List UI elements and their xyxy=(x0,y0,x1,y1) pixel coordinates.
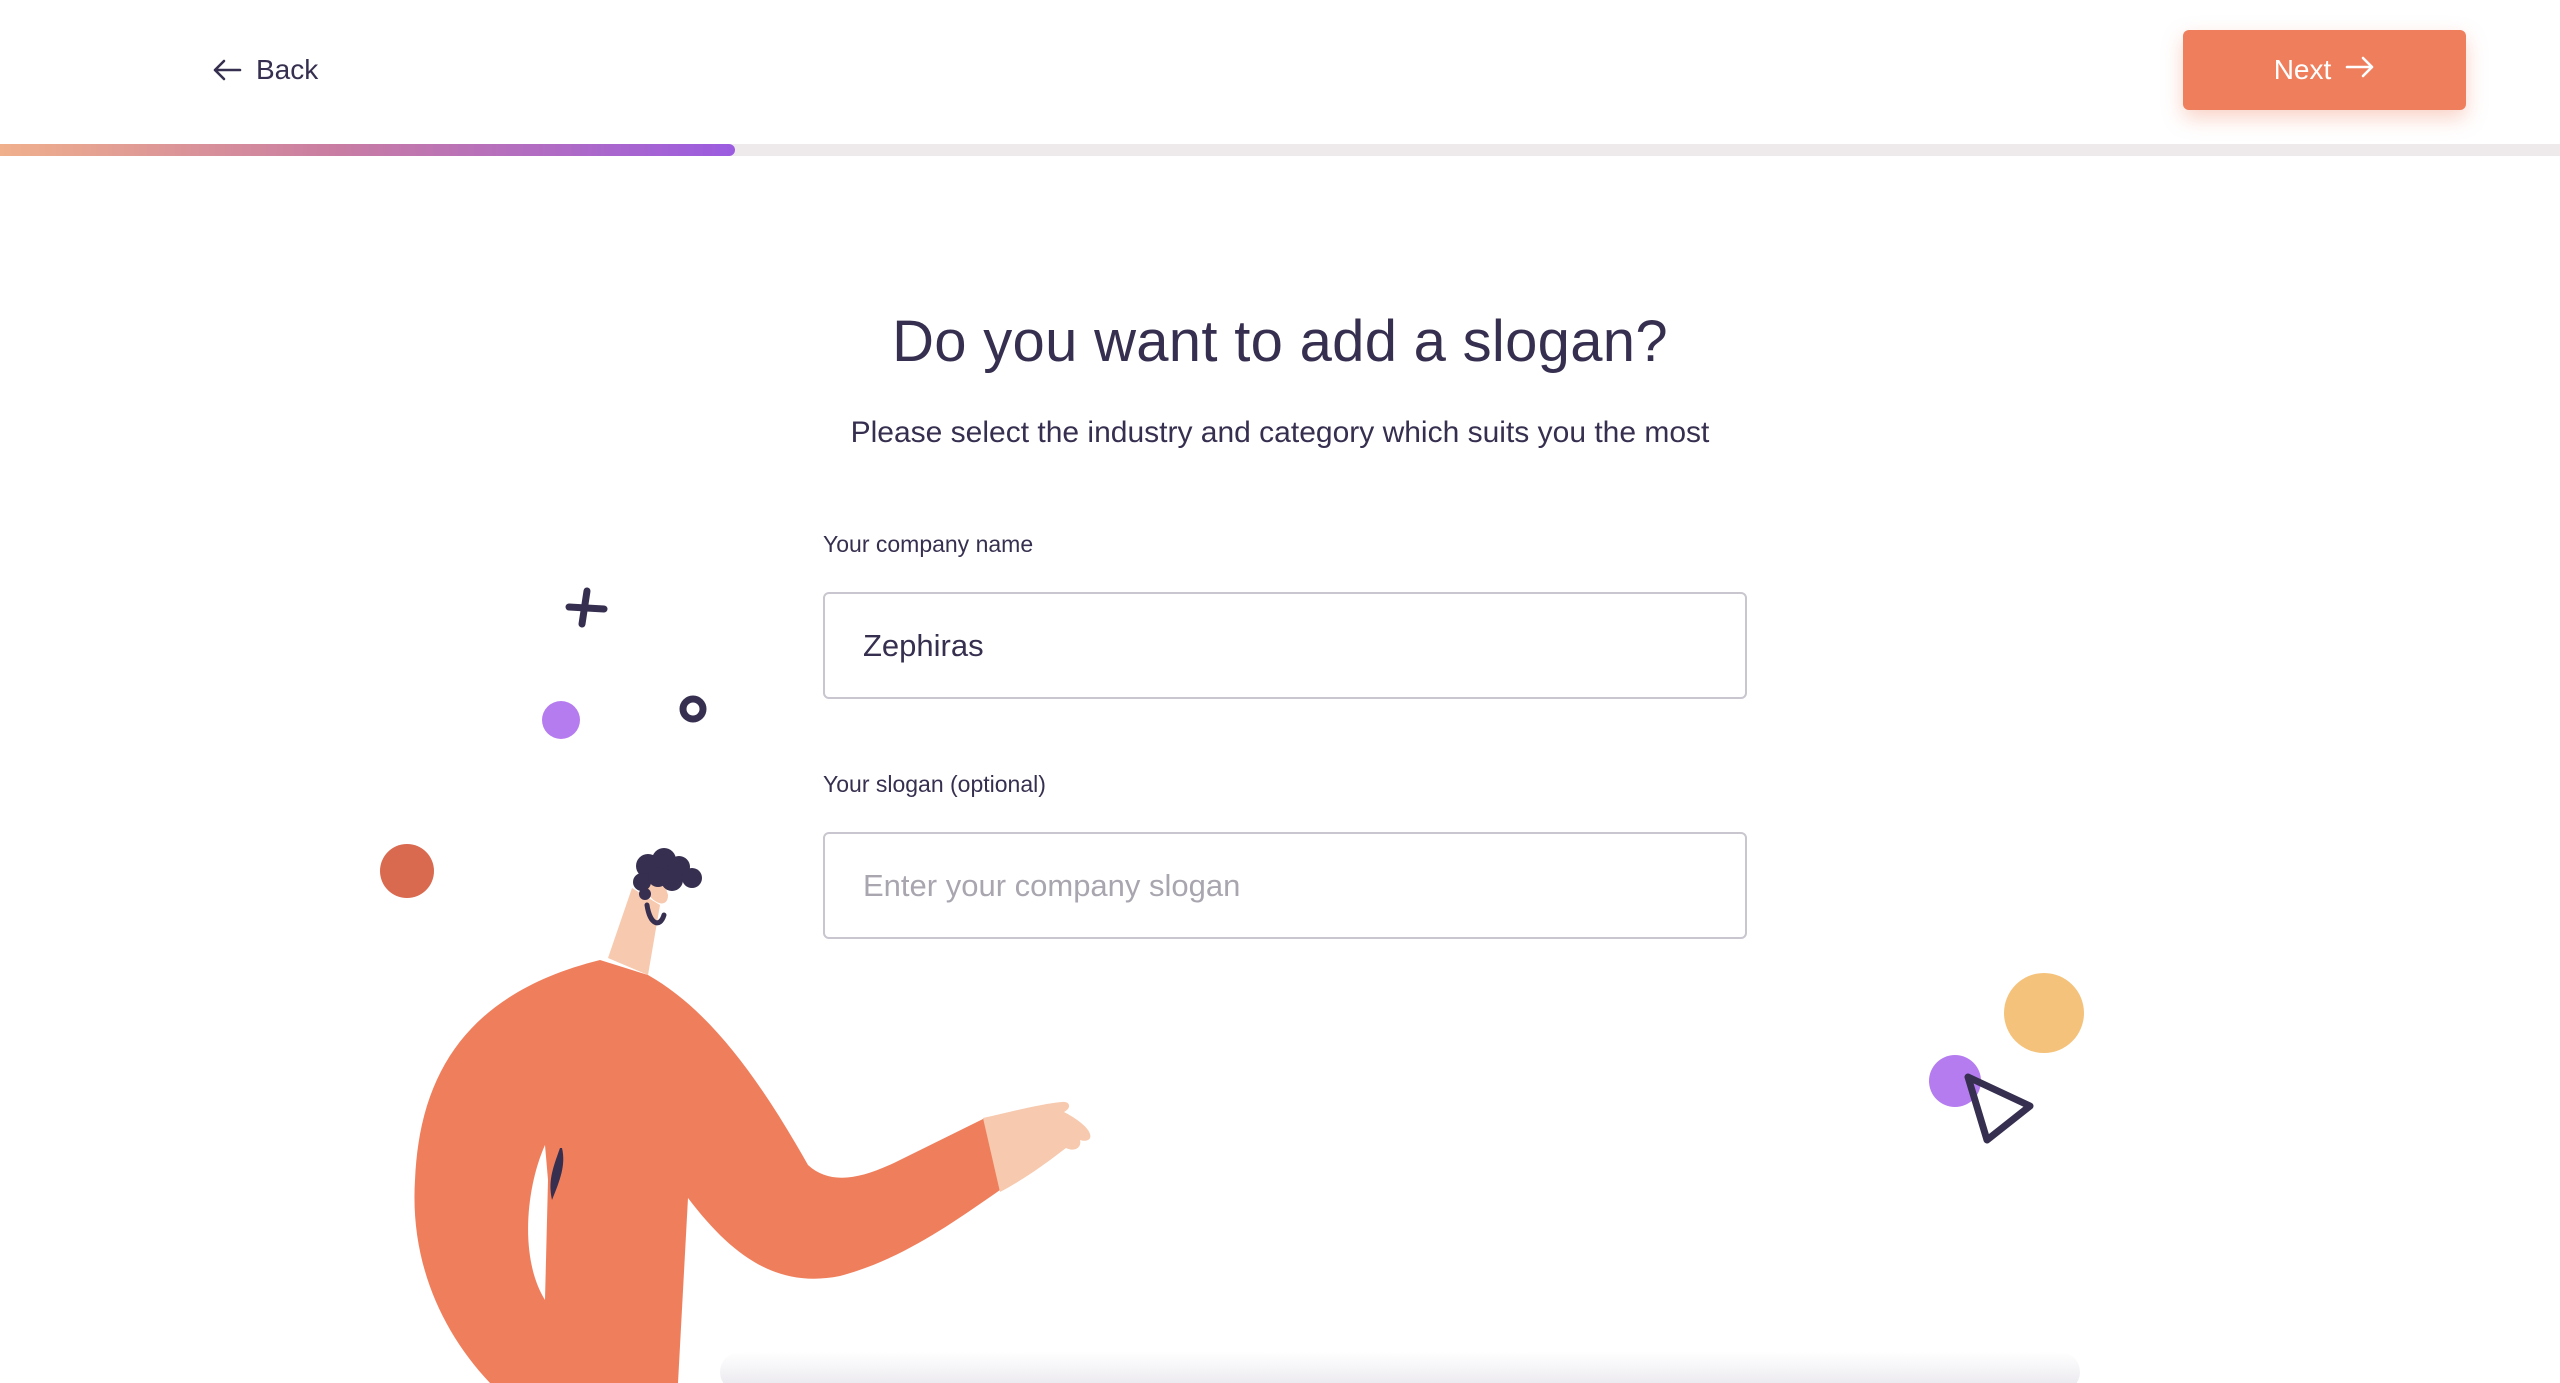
back-button[interactable]: Back xyxy=(212,50,318,90)
next-button[interactable]: Next xyxy=(2183,30,2466,110)
purple-dot-right-icon xyxy=(1929,1055,1981,1107)
next-label: Next xyxy=(2273,54,2332,85)
progress-bar xyxy=(0,144,2560,156)
page-title: Do you want to add a slogan? xyxy=(892,309,1668,374)
arrow-right-icon xyxy=(2345,54,2375,86)
bottom-panel-shadow xyxy=(720,1352,2080,1383)
yellow-dot-icon xyxy=(2004,973,2084,1053)
back-label: Back xyxy=(256,54,319,85)
onboarding-page: Back Next Do you want to add a slogan? P… xyxy=(0,0,2560,1383)
ring-shape-icon xyxy=(679,695,707,723)
company-name-label: Your company name xyxy=(823,531,1034,557)
plus-shape-icon xyxy=(565,587,608,628)
company-name-input[interactable] xyxy=(823,592,1747,699)
slogan-label: Your slogan (optional) xyxy=(823,771,1046,797)
progress-bar-fill xyxy=(0,144,735,156)
slogan-input[interactable] xyxy=(823,832,1747,939)
arrow-left-icon xyxy=(212,58,242,82)
triangle-shape-icon xyxy=(1964,1073,2034,1144)
page-subtitle: Please select the industry and category … xyxy=(850,416,1710,449)
red-dot-icon xyxy=(380,844,434,898)
purple-dot-icon xyxy=(542,701,580,739)
